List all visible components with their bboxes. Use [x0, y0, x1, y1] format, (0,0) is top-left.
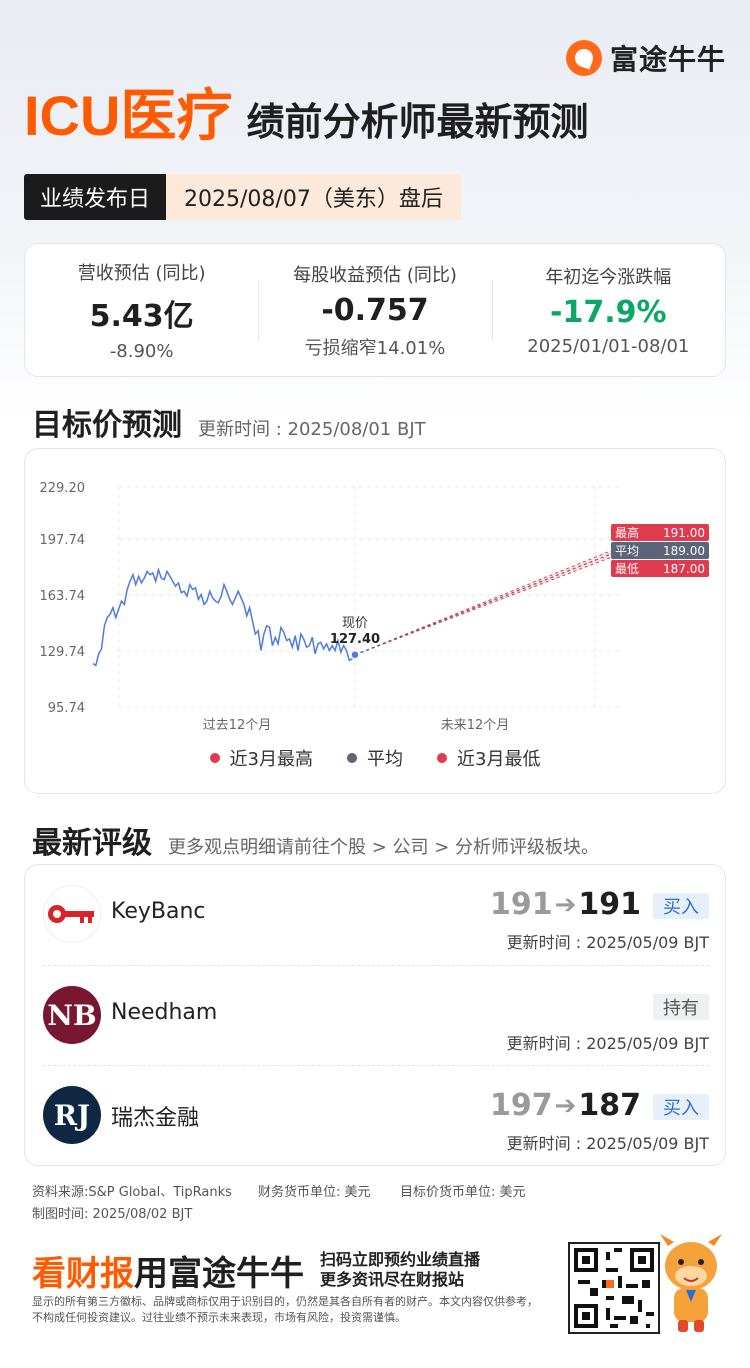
rating-update-time: 更新时间 : 2025/05/09 BJT — [506, 1134, 709, 1153]
chart-legend: 近3月最高 平均 近3月最低 — [25, 745, 725, 771]
section-updated: 更新时间 : 2025/08/01 BJT — [198, 419, 426, 440]
forecast-tag-value: 189.00 — [663, 544, 705, 558]
stat-label: 年初迄今涨跌幅 — [545, 267, 672, 288]
stat-sub: 亏损缩窄14.01% — [304, 337, 446, 359]
stat-value: -0.757 — [321, 292, 429, 328]
stat-ytd: 年初迄今涨跌幅 -17.9% 2025/01/01-08/01 — [491, 244, 725, 376]
ratings-section-header: 最新评级 更多观点明细请前往个股 > 公司 > 分析师评级板块。 — [32, 818, 599, 862]
stat-eps: 每股收益预估 (同比) -0.757 亏损缩窄14.01% — [258, 244, 491, 376]
x-label-past: 过去12个月 — [203, 718, 272, 733]
promo-title: 看财报用富途牛牛 — [32, 1246, 304, 1295]
rating-badge: 持有 — [653, 994, 709, 1020]
target-section-header: 目标价预测 更新时间 : 2025/08/01 BJT — [32, 400, 426, 444]
footnote-source: 资料来源:S&P Global、TipRanks — [32, 1185, 232, 1200]
y-tick-label: 197.74 — [40, 533, 86, 548]
firm-name: KeyBanc — [111, 899, 206, 924]
target-from: 197 — [489, 1088, 553, 1123]
y-tick-label: 229.20 — [40, 481, 86, 496]
disclaimer: 显示的所有第三方徽标、品牌或商标仅用于识别目的，仍然是其各自所有者的财产。本文内… — [32, 1295, 538, 1324]
release-value: 2025/08/07（美东）盘后 — [166, 174, 461, 220]
y-tick-label: 95.74 — [48, 701, 85, 716]
firm-name: Needham — [111, 1000, 218, 1025]
forecast-tag-name: 平均 — [615, 544, 639, 558]
stat-value: 5.43亿 — [89, 298, 194, 334]
current-price-value: 127.40 — [330, 632, 380, 647]
brand: 富途牛牛 — [565, 38, 726, 78]
page-title: ICU医疗 绩前分析师最新预测 — [24, 88, 588, 144]
keybanc-logo-icon — [43, 885, 101, 943]
legend-label: 近3月最低 — [457, 749, 541, 770]
stat-sub: 2025/01/01-08/01 — [527, 336, 690, 357]
needham-logo-icon: NB — [43, 986, 101, 1044]
arrow-right-icon: ➔ — [554, 889, 577, 920]
legend-dot — [437, 753, 447, 763]
rating-row-keybanc[interactable]: KeyBanc 191 ➔ 191 买入 更新时间 : 2025/05/09 B… — [43, 865, 709, 965]
promo-line2: 更多资讯尽在财报站 — [320, 1270, 465, 1289]
estimate-stats-card: 营收预估 (同比) 5.43亿 -8.90% 每股收益预估 (同比) -0.75… — [24, 243, 726, 377]
forecast-tag-value: 187.00 — [663, 562, 705, 576]
forecast-tag-value: 191.00 — [663, 526, 705, 540]
target-to: 191 — [578, 887, 641, 922]
footnote-currency: 财务货币单位: 美元 — [258, 1185, 371, 1200]
release-date-bar: 业绩发布日 2025/08/07（美东）盘后 — [24, 174, 461, 220]
legend-dot — [347, 753, 357, 763]
qr-code-icon[interactable] — [568, 1242, 660, 1334]
release-label: 业绩发布日 — [24, 174, 167, 220]
arrow-right-icon: ➔ — [554, 1090, 577, 1121]
rating-update-time: 更新时间 : 2025/05/09 BJT — [506, 933, 709, 952]
rating-badge: 买入 — [653, 1094, 709, 1120]
firm-name: 瑞杰金融 — [111, 1106, 200, 1131]
stat-label: 营收预估 (同比) — [77, 262, 206, 284]
stat-value: -17.9% — [550, 295, 667, 330]
x-label-future: 未来12个月 — [441, 718, 510, 733]
target-price-chart: 229.20 197.74 163.74 129.74 95.74 过去12个月 未来12个… — [40, 481, 709, 733]
rating-row-needham[interactable]: NB Needham 持有 更新时间 : 2025/05/09 BJT — [43, 965, 709, 1065]
target-change: 197 ➔ 187 — [490, 1088, 641, 1123]
promo-orange: 看财报 — [32, 1254, 134, 1294]
footnote-target-currency: 目标价货币单位: 美元 — [400, 1185, 526, 1200]
target-from: 191 — [489, 887, 553, 922]
stat-revenue: 营收预估 (同比) 5.43亿 -8.90% — [25, 244, 258, 376]
y-tick-label: 163.74 — [40, 589, 86, 604]
promo-black: 用富途牛牛 — [134, 1254, 304, 1294]
legend-dot — [209, 753, 220, 763]
futu-logo-icon — [565, 40, 602, 76]
section-title: 目标价预测 — [32, 408, 182, 443]
y-tick-label: 129.74 — [40, 645, 86, 660]
legend-item-avg: 平均 — [347, 745, 403, 771]
forecast-tag-name: 最高 — [615, 525, 639, 540]
footnote-made-time: 制图时间: 2025/08/02 BJT — [32, 1207, 193, 1222]
stat-sub: -8.90% — [109, 340, 174, 362]
target-change: 191 ➔ 191 — [490, 887, 641, 922]
stat-label: 每股收益预估 (同比) — [293, 264, 457, 286]
legend-label: 平均 — [367, 749, 403, 770]
target-price-chart-card: 229.20 197.74 163.74 129.74 95.74 过去12个月 未来12个… — [24, 448, 726, 794]
brand-name: 富途牛牛 — [609, 43, 726, 76]
forecast-high-line — [354, 549, 614, 656]
title-subtitle: 绩前分析师最新预测 — [246, 100, 589, 144]
current-price-dot — [350, 650, 360, 660]
legend-item-high: 近3月最高 — [209, 745, 313, 771]
section-title: 最新评级 — [32, 826, 152, 861]
current-price-label: 现价 — [342, 616, 368, 631]
bottom-banner: 看财报用富途牛牛 扫码立即预约业绩直播 更多资讯尽在财报站 显示的所有第三方徽标… — [0, 1232, 750, 1368]
legend-label: 近3月最高 — [229, 749, 313, 770]
legend-item-low: 近3月最低 — [437, 745, 540, 771]
bull-mascot-icon — [656, 1232, 726, 1336]
company-name: ICU医疗 — [24, 84, 233, 147]
ratings-card: KeyBanc 191 ➔ 191 买入 更新时间 : 2025/05/09 B… — [24, 864, 726, 1166]
raymond-james-logo-icon: RJ — [43, 1086, 101, 1144]
rating-update-time: 更新时间 : 2025/05/09 BJT — [506, 1034, 709, 1053]
rating-badge: 买入 — [653, 893, 709, 919]
section-hint: 更多观点明细请前往个股 > 公司 > 分析师评级板块。 — [168, 837, 600, 858]
rating-row-raymond-james[interactable]: RJ 瑞杰金融 197 ➔ 187 买入 更新时间 : 2025/05/09 B… — [43, 1065, 709, 1165]
forecast-tag-name: 最低 — [615, 562, 639, 576]
target-to: 187 — [578, 1088, 641, 1123]
